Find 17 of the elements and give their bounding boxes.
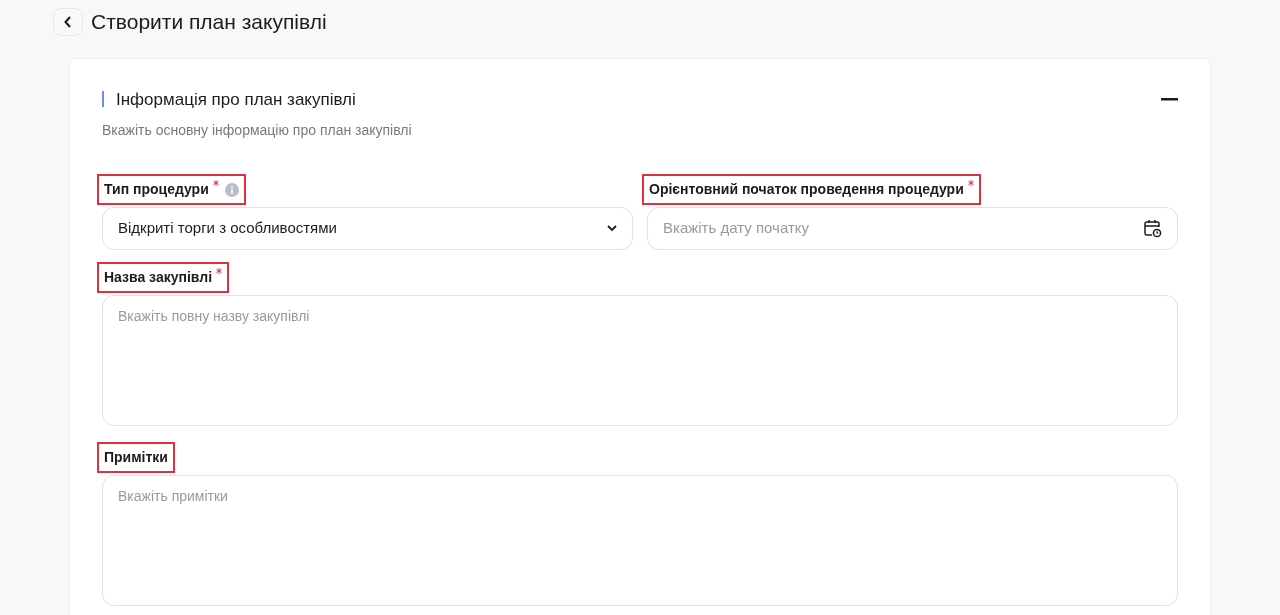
field-label: Назва закупівлі xyxy=(104,268,213,287)
procedure-type-dropdown[interactable]: Відкриті торги з особливостями xyxy=(102,207,633,250)
calendar-clock-icon[interactable] xyxy=(1144,219,1162,238)
date-text-input[interactable]: Вкажіть дату початку xyxy=(663,217,1144,240)
textarea-field[interactable]: Вкажіть повну назву закупівлі xyxy=(102,295,1178,426)
field-label: Примітки xyxy=(104,448,168,467)
back-button[interactable] xyxy=(53,7,83,36)
textarea-field[interactable]: Вкажіть примітки xyxy=(102,475,1178,606)
field-label: Орієнтовний початок проведення процедури xyxy=(649,180,964,199)
section-subtitle: Вкажіть основну інформацію про план закупівлі xyxy=(102,121,413,140)
section-title: Інформація про план закупівлі xyxy=(116,88,356,111)
page-title: Створити план закупівлі xyxy=(91,9,327,35)
minus-icon xyxy=(1160,97,1178,101)
date-input[interactable]: Вкажіть дату початку xyxy=(647,207,1178,250)
chevron-down-icon xyxy=(607,225,617,232)
field-label: Тип процедури xyxy=(104,180,209,199)
accent-bar xyxy=(102,91,104,108)
